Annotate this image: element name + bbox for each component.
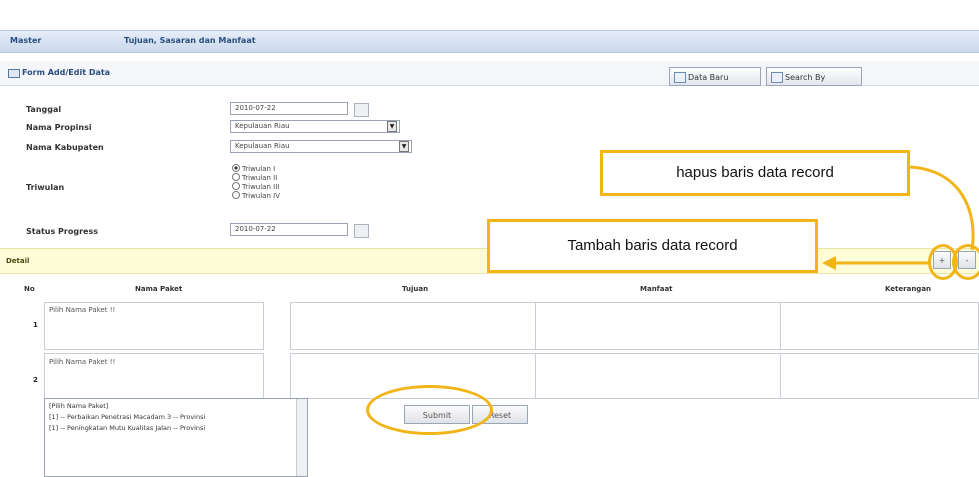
hapus-connector bbox=[909, 165, 975, 251]
tambah-callout: Tambah baris data record bbox=[487, 219, 818, 273]
submit-highlight-ring bbox=[366, 385, 493, 435]
remove-highlight-ring bbox=[952, 244, 979, 280]
arrowhead-icon bbox=[822, 256, 836, 270]
hapus-callout: hapus baris data record bbox=[600, 150, 910, 196]
